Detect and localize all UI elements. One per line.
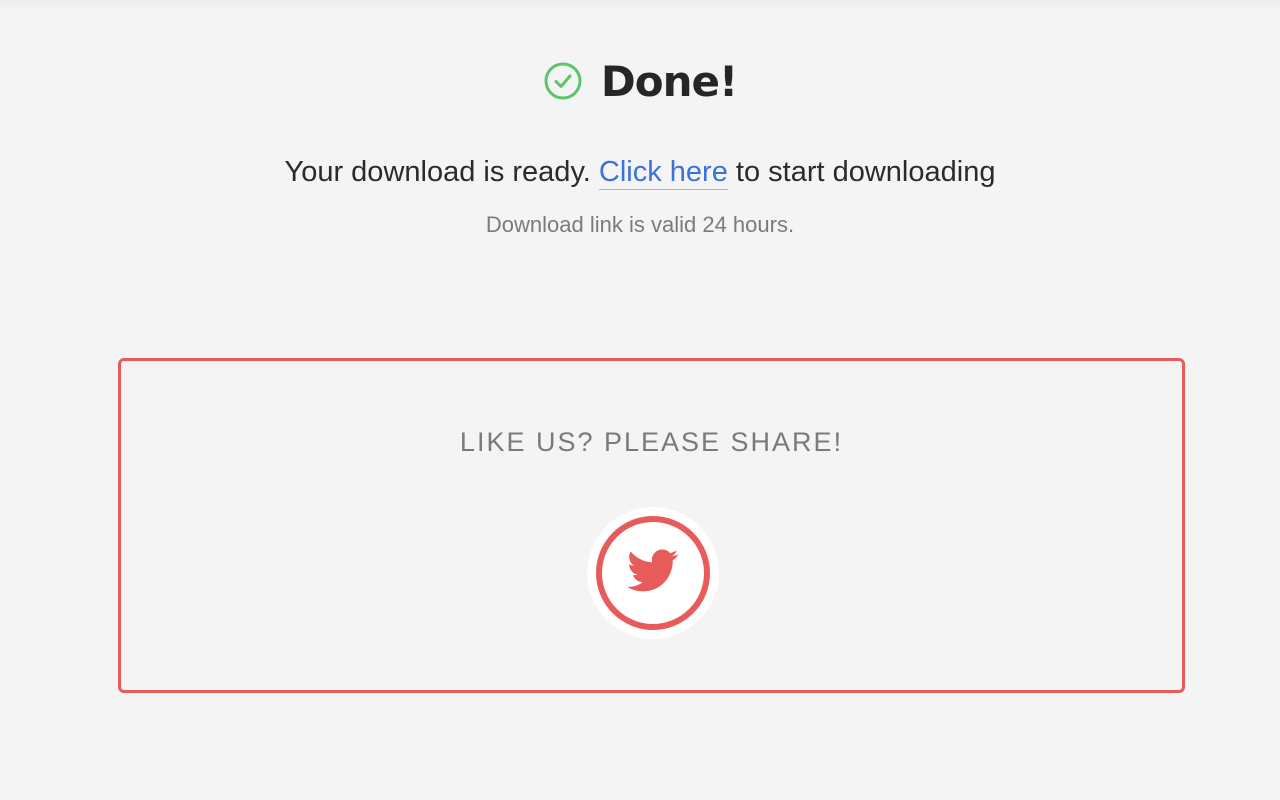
check-circle-icon (543, 61, 583, 101)
download-complete-page: Done! Your download is ready. Click here… (0, 0, 1280, 800)
title-row: Done! (0, 56, 1280, 106)
share-title: LIKE US? PLEASE SHARE! (459, 427, 844, 457)
ready-text-before: Your download is ready. (284, 156, 599, 188)
download-link[interactable]: Click here (598, 156, 728, 190)
download-ready-message: Your download is ready. Click here to st… (0, 152, 1280, 192)
share-panel: LIKE US? PLEASE SHARE! (118, 358, 1185, 693)
ready-text-after: to start downloading (727, 156, 996, 188)
twitter-share-button[interactable] (587, 507, 719, 639)
top-shadow (0, 0, 1280, 10)
twitter-button-ring (596, 516, 710, 630)
twitter-icon (627, 549, 679, 598)
page-title: Done! (600, 56, 738, 106)
link-validity-note: Download link is valid 24 hours. (485, 212, 795, 237)
